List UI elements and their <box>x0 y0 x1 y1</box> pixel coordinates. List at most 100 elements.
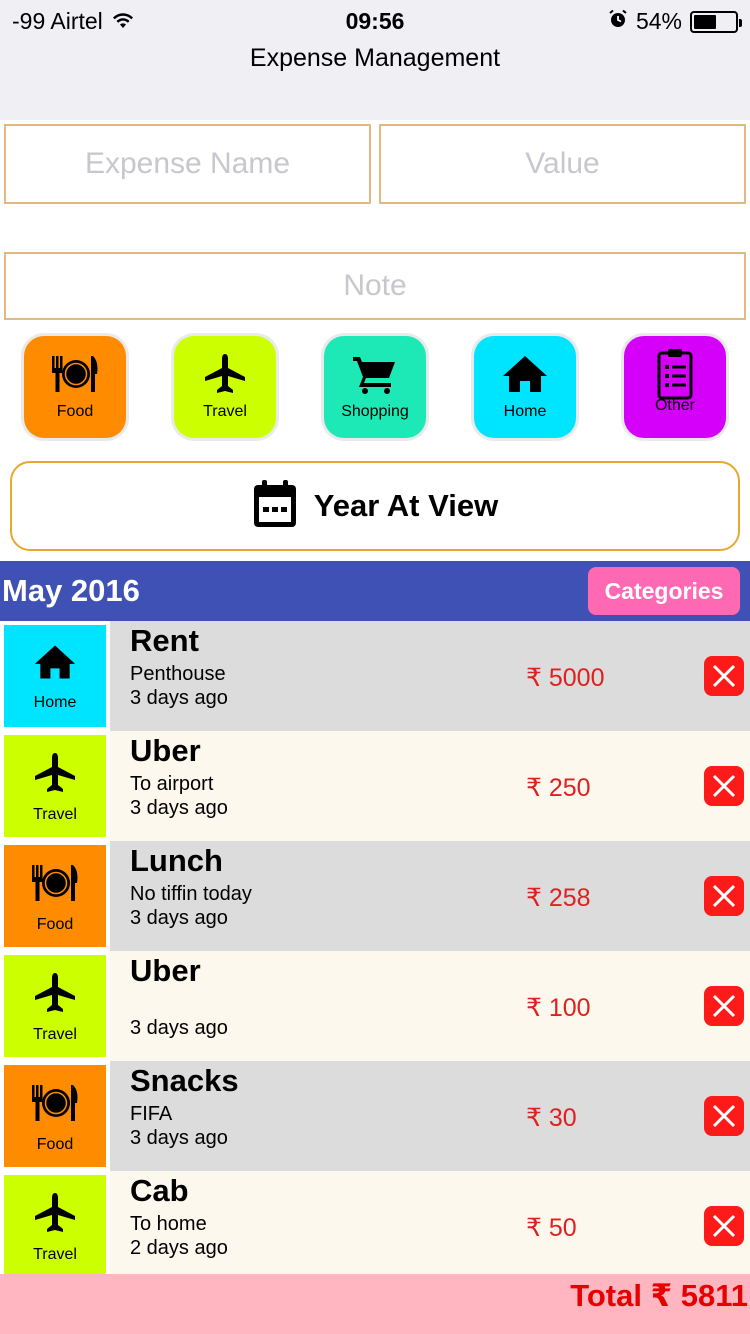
categories-button[interactable]: Categories <box>588 567 740 615</box>
status-right: 54% <box>608 8 742 35</box>
category-travel-button[interactable]: Travel <box>174 336 276 438</box>
food-icon <box>28 863 82 908</box>
category-other-button[interactable]: Other <box>624 336 726 438</box>
row-category-label: Travel <box>33 1246 77 1263</box>
close-icon <box>712 994 736 1018</box>
home-icon <box>33 643 77 686</box>
note-input[interactable] <box>6 269 744 303</box>
expense-note: No tiffin today <box>130 883 252 905</box>
row-category-label: Travel <box>33 1026 77 1043</box>
year-at-view-label: Year At View <box>313 488 499 523</box>
battery-fill <box>694 14 716 29</box>
expense-time: 3 days ago <box>130 1127 228 1149</box>
delete-button[interactable] <box>704 1096 744 1136</box>
expense-amount: ₹ 250 <box>526 774 591 802</box>
row-category-label: Travel <box>33 806 77 823</box>
expense-row[interactable]: Travel Uber To airport 3 days ago ₹ 250 <box>0 731 750 841</box>
expense-amount: ₹ 50 <box>526 1214 577 1242</box>
battery-icon <box>690 10 742 33</box>
airplane-icon <box>33 973 77 1018</box>
row-body: Rent Penthouse 3 days ago ₹ 5000 <box>110 621 750 731</box>
expense-time: 3 days ago <box>130 687 228 709</box>
expense-name: Lunch <box>130 843 223 878</box>
category-food-label: Food <box>56 403 94 420</box>
airplane-icon <box>33 753 77 798</box>
expense-time: 3 days ago <box>130 797 228 819</box>
row-category-tile: Travel <box>4 1175 106 1277</box>
expense-name: Snacks <box>130 1063 239 1098</box>
year-at-view-button[interactable]: Year At View <box>10 461 740 551</box>
expense-row[interactable]: Travel Uber 3 days ago ₹ 100 <box>0 951 750 1061</box>
total-label: Total ₹ 5811 <box>570 1278 748 1313</box>
row-category-label: Home <box>33 694 77 711</box>
month-label: May 2016 <box>2 573 140 608</box>
food-icon <box>48 354 102 399</box>
airplane-icon <box>33 1193 77 1238</box>
row-category-tile: Home <box>4 625 106 727</box>
value-field[interactable] <box>379 124 746 204</box>
expense-row[interactable]: Food Snacks FIFA 3 days ago ₹ 30 <box>0 1061 750 1171</box>
expense-time: 2 days ago <box>130 1237 228 1259</box>
expense-amount: ₹ 258 <box>526 884 591 912</box>
note-field[interactable] <box>4 252 746 320</box>
expense-row[interactable]: Travel Cab To home 2 days ago ₹ 50 <box>0 1171 750 1281</box>
category-home-button[interactable]: Home <box>474 336 576 438</box>
row-body: Uber To airport 3 days ago ₹ 250 <box>110 731 750 841</box>
row-body: Uber 3 days ago ₹ 100 <box>110 951 750 1061</box>
close-icon <box>712 1214 736 1238</box>
cart-icon <box>351 354 399 399</box>
category-shopping-label: Shopping <box>341 403 409 420</box>
row-category-tile: Food <box>4 845 106 947</box>
category-shopping-button[interactable]: Shopping <box>324 336 426 438</box>
expense-amount: ₹ 100 <box>526 994 591 1022</box>
category-other-label: Other <box>654 397 695 414</box>
food-icon <box>28 1083 82 1128</box>
status-bar: -99 Airtel 09:56 54% <box>0 0 750 40</box>
total-bar: Total ₹ 5811 <box>0 1274 750 1334</box>
delete-button[interactable] <box>704 986 744 1026</box>
close-icon <box>712 884 736 908</box>
row-body: Lunch No tiffin today 3 days ago ₹ 258 <box>110 841 750 951</box>
expense-note: FIFA <box>130 1103 173 1125</box>
expense-amount: ₹ 5000 <box>526 664 605 692</box>
expense-name: Uber <box>130 953 201 988</box>
expense-name-field[interactable] <box>4 124 371 204</box>
row-category-label: Food <box>36 916 74 933</box>
delete-button[interactable] <box>704 1206 744 1246</box>
row-category-tile: Travel <box>4 735 106 837</box>
expense-amount: ₹ 30 <box>526 1104 577 1132</box>
close-icon <box>712 774 736 798</box>
category-food-button[interactable]: Food <box>24 336 126 438</box>
delete-button[interactable] <box>704 876 744 916</box>
delete-button[interactable] <box>704 656 744 696</box>
expense-note: To home <box>130 1213 207 1235</box>
row-body: Snacks FIFA 3 days ago ₹ 30 <box>110 1061 750 1171</box>
expense-row[interactable]: Home Rent Penthouse 3 days ago ₹ 5000 <box>0 621 750 731</box>
row-category-label: Food <box>36 1136 74 1153</box>
expense-name: Uber <box>130 733 201 768</box>
row-body: Cab To home 2 days ago ₹ 50 <box>110 1171 750 1281</box>
alarm-icon <box>608 8 628 35</box>
expense-time: 3 days ago <box>130 1017 228 1039</box>
expense-note: To airport <box>130 773 214 795</box>
expense-row[interactable]: Food Lunch No tiffin today 3 days ago ₹ … <box>0 841 750 951</box>
row-category-tile: Travel <box>4 955 106 1057</box>
airplane-icon <box>203 354 247 399</box>
category-travel-label: Travel <box>203 403 247 420</box>
battery-percent: 54% <box>635 8 682 34</box>
expense-note: Penthouse <box>130 663 226 685</box>
category-home-label: Home <box>503 403 547 420</box>
row-category-tile: Food <box>4 1065 106 1167</box>
close-icon <box>712 1104 736 1128</box>
expense-name: Rent <box>130 623 199 658</box>
expense-name-input[interactable] <box>6 147 369 181</box>
value-input[interactable] <box>381 147 744 181</box>
expense-time: 3 days ago <box>130 907 228 929</box>
month-bar: May 2016 Categories <box>0 561 750 621</box>
home-icon <box>501 354 549 399</box>
delete-button[interactable] <box>704 766 744 806</box>
page-title: Expense Management <box>249 44 501 72</box>
calendar-icon <box>252 479 298 534</box>
expense-name: Cab <box>130 1173 189 1208</box>
close-icon <box>712 664 736 688</box>
